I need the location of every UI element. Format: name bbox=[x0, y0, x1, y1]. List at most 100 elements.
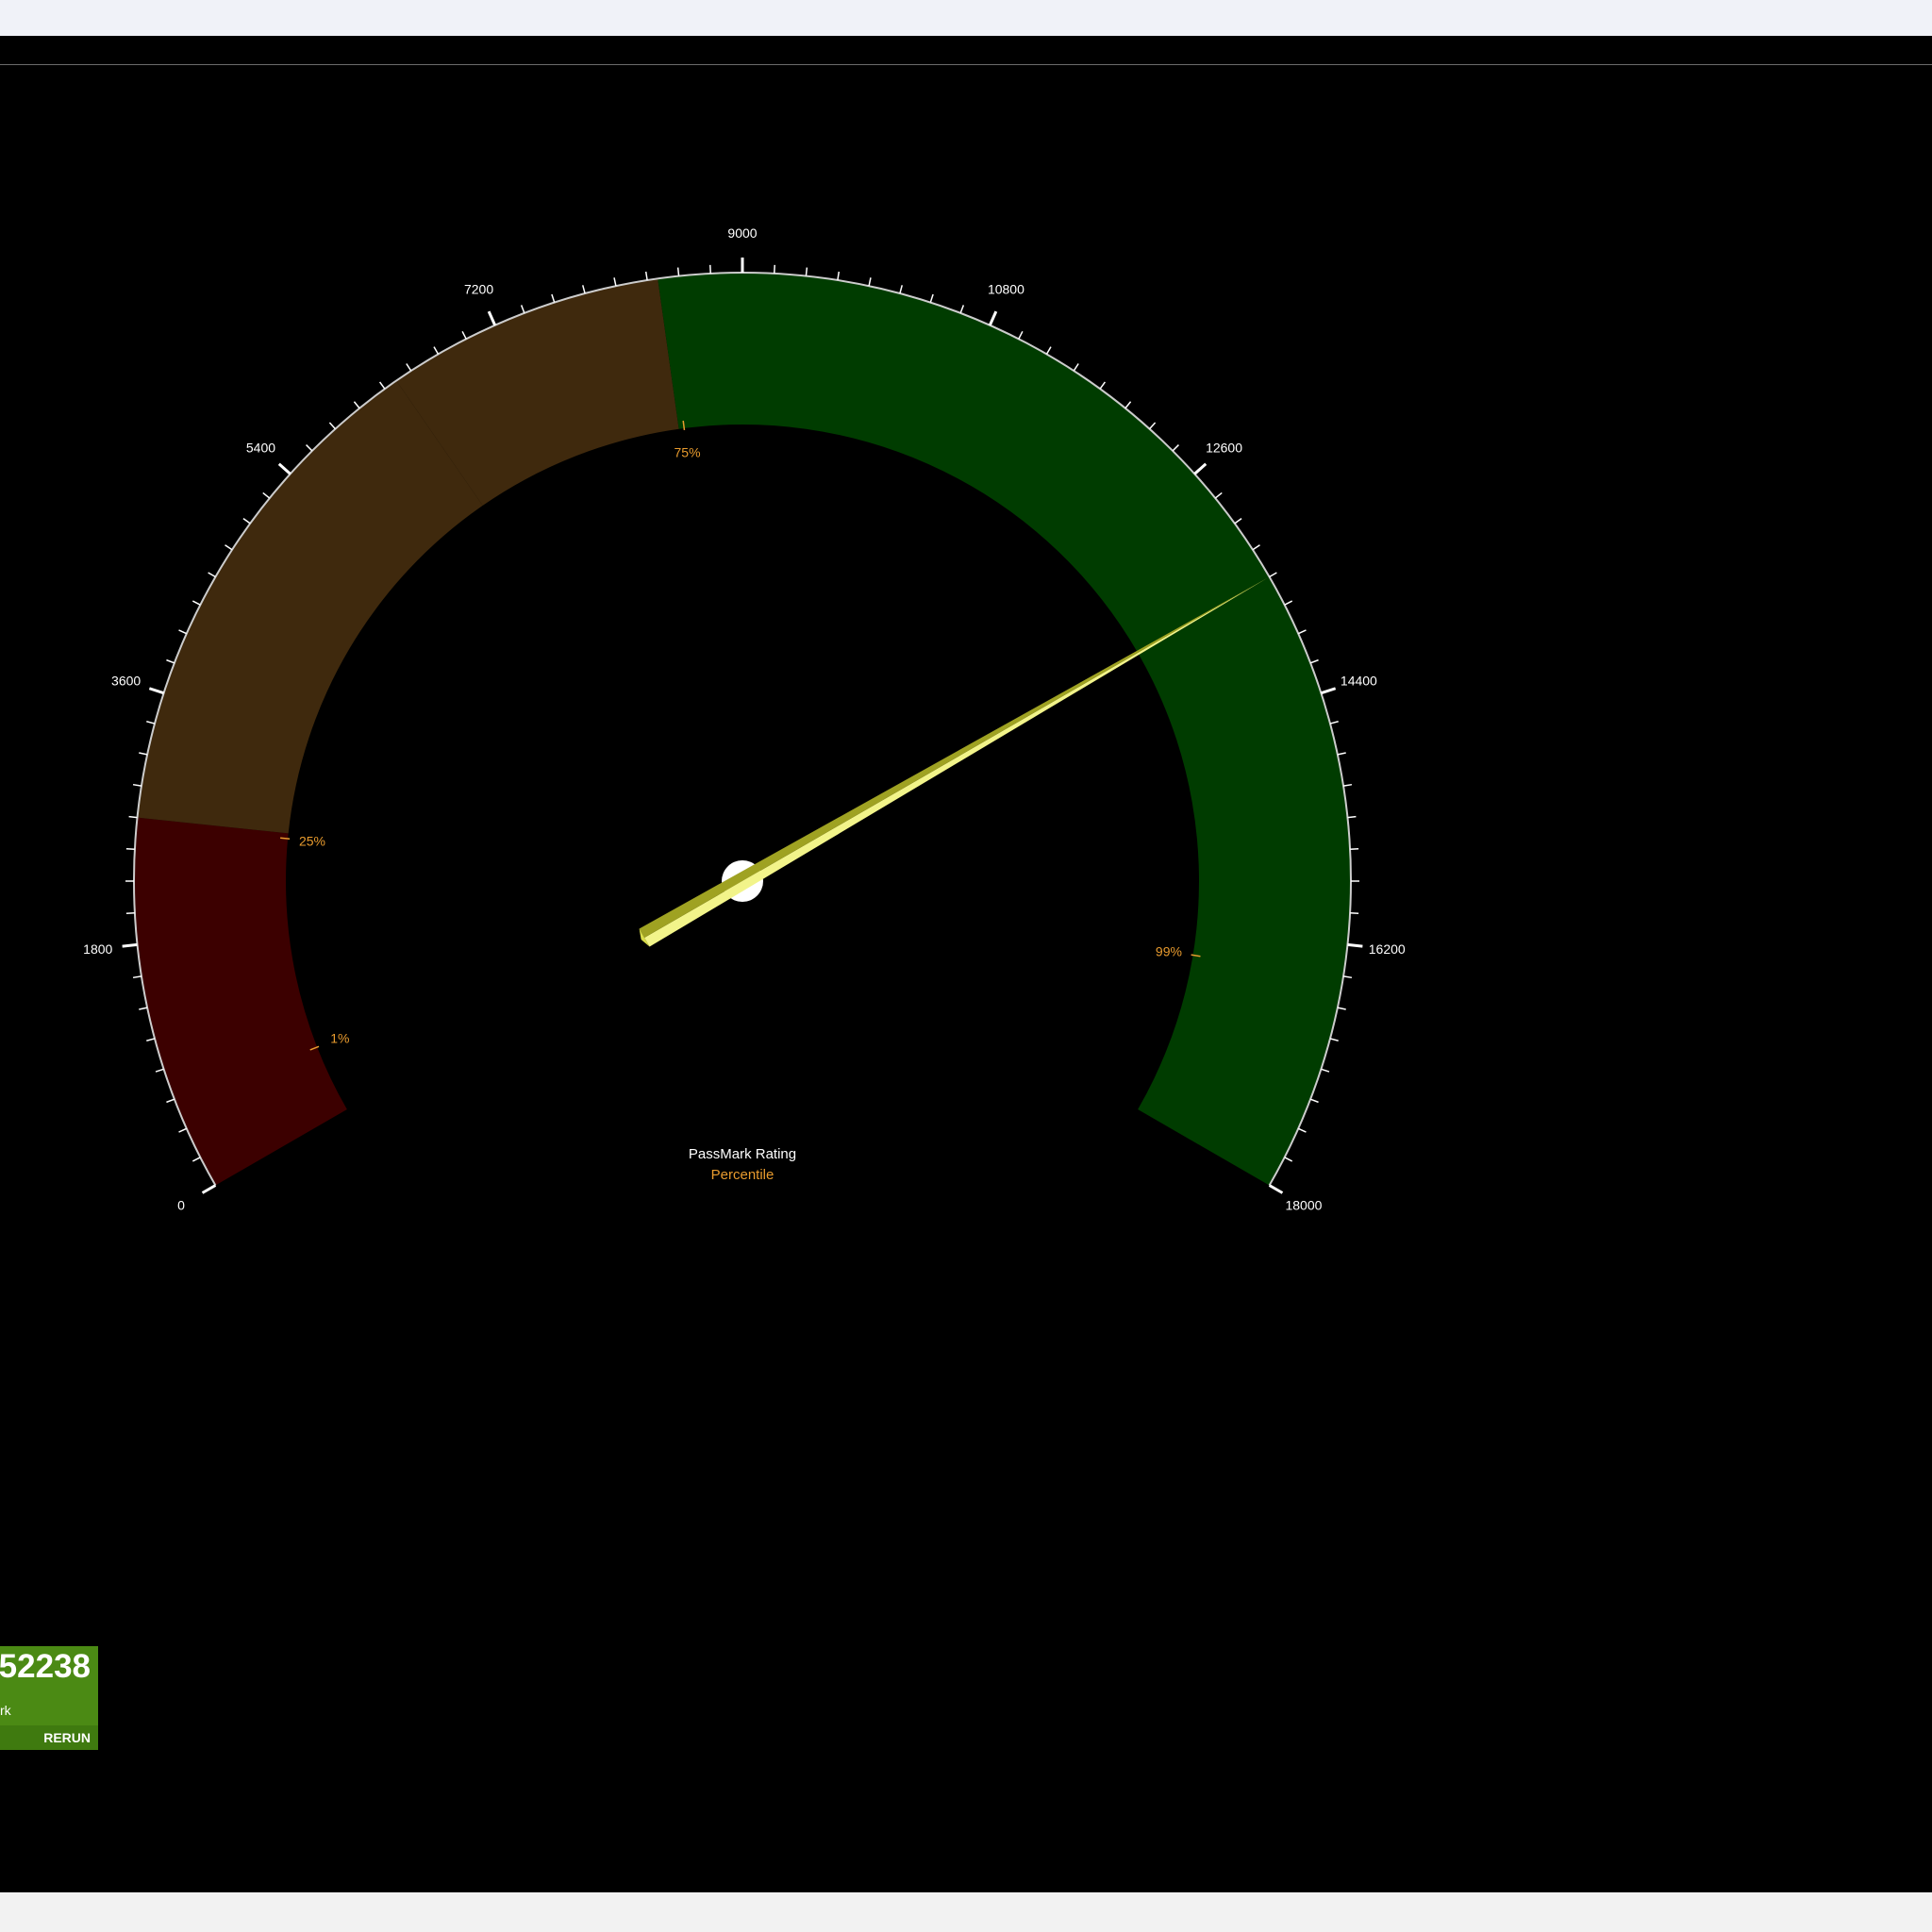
minor-tick bbox=[1045, 346, 1052, 355]
major-tick bbox=[201, 1184, 217, 1194]
minor-tick bbox=[805, 267, 808, 276]
gauge-title: PassMark Rating bbox=[689, 1146, 796, 1162]
score-tile[interactable]: 52238 rk RERUN bbox=[0, 1646, 98, 1750]
tick-label: 18000 bbox=[1285, 1198, 1322, 1213]
minor-tick bbox=[1234, 517, 1242, 525]
minor-tick bbox=[378, 381, 386, 390]
minor-tick bbox=[1297, 629, 1307, 635]
minor-tick bbox=[242, 517, 251, 525]
minor-tick bbox=[1309, 1098, 1319, 1104]
minor-tick bbox=[868, 277, 872, 287]
minor-tick bbox=[178, 1127, 188, 1133]
minor-tick bbox=[1284, 1157, 1293, 1162]
minor-tick bbox=[1172, 444, 1179, 452]
percentile-label: 25% bbox=[299, 833, 325, 848]
score-value: 52238 bbox=[0, 1648, 91, 1685]
minor-tick bbox=[613, 277, 617, 287]
major-tick bbox=[1268, 1184, 1284, 1194]
major-tick bbox=[277, 462, 291, 475]
minor-tick bbox=[128, 815, 138, 819]
minor-tick bbox=[899, 285, 903, 294]
minor-tick bbox=[328, 422, 336, 430]
minor-tick bbox=[433, 346, 440, 355]
tick-label: 1800 bbox=[83, 941, 112, 957]
minor-tick bbox=[1252, 544, 1260, 551]
minor-tick bbox=[1149, 422, 1157, 430]
minor-tick bbox=[461, 330, 467, 340]
needle-upper bbox=[644, 577, 1268, 947]
minor-tick bbox=[676, 267, 680, 276]
minor-tick bbox=[551, 293, 556, 303]
tick-label: 3600 bbox=[111, 674, 141, 689]
tick-label: 14400 bbox=[1341, 674, 1377, 689]
minor-tick bbox=[520, 305, 525, 314]
minor-tick bbox=[146, 721, 156, 724]
major-tick bbox=[1347, 942, 1363, 948]
tick-label: 16200 bbox=[1369, 941, 1406, 957]
minor-tick bbox=[1269, 572, 1277, 578]
minor-tick bbox=[1309, 658, 1319, 664]
tick-label: 12600 bbox=[1206, 440, 1242, 455]
minor-tick bbox=[1214, 491, 1223, 499]
minor-tick bbox=[225, 544, 233, 551]
results-panel: 0 1800 3600 5400 7200 9000 10800 12600 14400 1620… bbox=[0, 36, 1932, 1892]
minor-tick bbox=[1337, 752, 1346, 756]
major-tick bbox=[1193, 462, 1208, 475]
minor-tick bbox=[132, 783, 142, 787]
needle-lower bbox=[639, 577, 1268, 938]
major-tick bbox=[148, 687, 165, 695]
tick-label: 9000 bbox=[727, 225, 757, 241]
minor-tick bbox=[262, 491, 271, 499]
major-tick bbox=[1320, 687, 1337, 695]
minor-tick bbox=[139, 1007, 148, 1010]
minor-tick bbox=[155, 1068, 164, 1073]
minor-tick bbox=[1342, 975, 1353, 979]
minor-tick bbox=[582, 285, 586, 294]
major-tick bbox=[487, 310, 497, 326]
minor-tick bbox=[929, 293, 934, 303]
tick-label: 5400 bbox=[246, 440, 275, 455]
rerun-button[interactable]: RERUN bbox=[43, 1730, 91, 1745]
minor-tick bbox=[1124, 401, 1132, 409]
minor-tick bbox=[644, 271, 648, 281]
gauge-subtitle: Percentile bbox=[711, 1167, 774, 1183]
tile-footer: RERUN bbox=[0, 1725, 98, 1750]
minor-tick bbox=[132, 975, 142, 979]
minor-tick bbox=[837, 271, 841, 281]
gauge-band-0 bbox=[133, 817, 347, 1186]
minor-tick bbox=[1284, 600, 1293, 606]
minor-tick bbox=[139, 752, 148, 756]
gauge-needle bbox=[639, 577, 1268, 947]
gauge-bands bbox=[133, 273, 1351, 1186]
percentile-label: 99% bbox=[1156, 943, 1182, 958]
minor-tick bbox=[166, 658, 175, 664]
tick-label: 10800 bbox=[988, 281, 1024, 296]
minor-tick bbox=[166, 1098, 175, 1104]
percentile-label: 75% bbox=[675, 445, 701, 460]
top-bar bbox=[0, 0, 1932, 36]
minor-tick bbox=[1329, 1038, 1339, 1041]
minor-tick bbox=[1099, 381, 1107, 390]
minor-tick bbox=[178, 629, 188, 635]
percentile-label: 1% bbox=[330, 1031, 349, 1046]
minor-tick bbox=[1329, 721, 1339, 724]
minor-tick bbox=[353, 401, 360, 409]
minor-tick bbox=[1342, 783, 1353, 787]
minor-tick bbox=[1321, 1068, 1330, 1073]
minor-tick bbox=[1073, 363, 1079, 372]
score-label: rk bbox=[0, 1703, 11, 1718]
minor-tick bbox=[1018, 330, 1024, 340]
minor-tick bbox=[1337, 1007, 1346, 1010]
percentile-tick bbox=[280, 837, 291, 840]
passmark-gauge: 0 1800 3600 5400 7200 9000 10800 12600 14400 1620… bbox=[83, 225, 1406, 1213]
bottom-bar bbox=[0, 1892, 1932, 1932]
minor-tick bbox=[146, 1038, 156, 1041]
minor-tick bbox=[1347, 815, 1357, 819]
major-tick bbox=[122, 942, 138, 948]
minor-tick bbox=[1297, 1127, 1307, 1133]
major-tick bbox=[988, 310, 998, 326]
tick-label: 0 bbox=[177, 1198, 185, 1213]
minor-tick bbox=[208, 572, 216, 578]
minor-tick bbox=[406, 363, 412, 372]
minor-tick bbox=[959, 305, 965, 314]
